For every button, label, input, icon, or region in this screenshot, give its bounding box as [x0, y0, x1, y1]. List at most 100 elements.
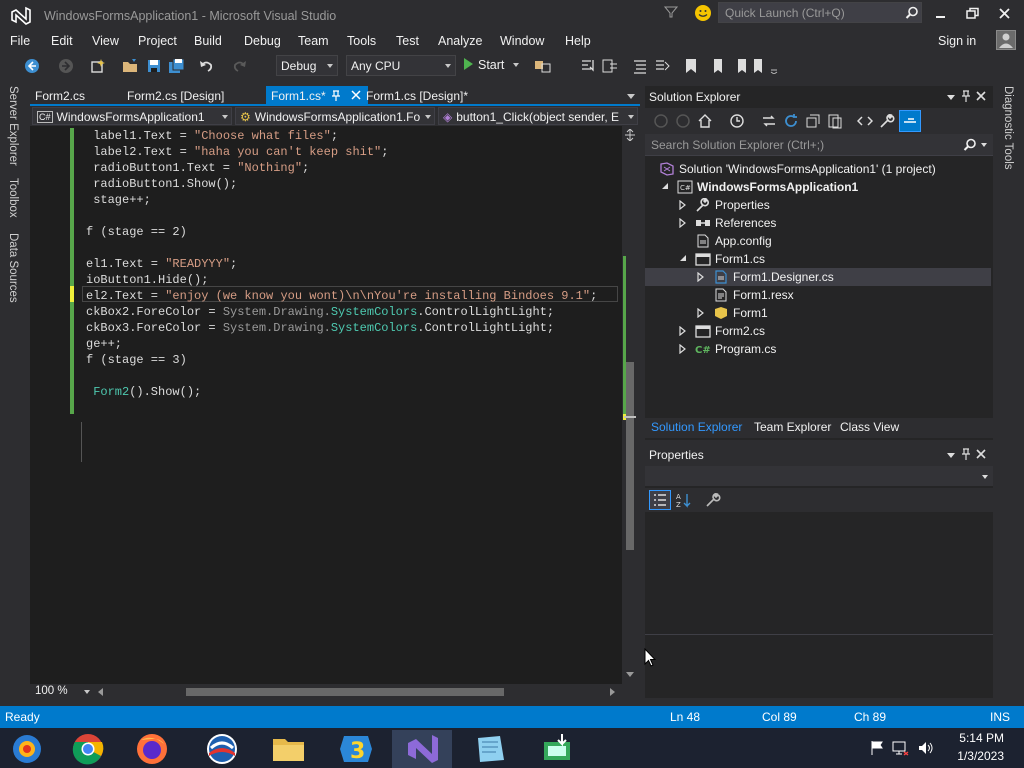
- data-sources-tab[interactable]: Data Sources: [7, 233, 19, 303]
- split-handle-icon[interactable]: [625, 129, 635, 141]
- code-line[interactable]: ckBox2.ForeColor = System.Drawing.System…: [86, 304, 554, 320]
- tree-item[interactable]: C# WindowsFormsApplication1: [645, 178, 991, 196]
- code-line[interactable]: radioButton1.Text = "Nothing";: [93, 160, 309, 176]
- toolbar-options-icon[interactable]: [770, 58, 778, 74]
- code-editor[interactable]: label1.Text = "Choose what files"; label2…: [30, 126, 638, 684]
- file-explorer-icon[interactable]: [258, 730, 318, 768]
- quick-launch-input[interactable]: Quick Launch (Ctrl+Q): [718, 2, 922, 23]
- clear-bookmarks-icon[interactable]: [750, 58, 766, 74]
- chevron-down-icon[interactable]: [981, 143, 987, 147]
- scroll-left-icon[interactable]: [98, 688, 103, 696]
- expanded-arrow-icon[interactable]: [679, 254, 687, 262]
- tab-solution-explorer[interactable]: Solution Explorer: [651, 420, 742, 434]
- tree-item[interactable]: Form1.resx: [645, 286, 991, 304]
- menu-window[interactable]: Window: [500, 34, 544, 48]
- clock-date[interactable]: 1/3/2023: [924, 749, 1004, 763]
- redo-icon[interactable]: [232, 58, 248, 74]
- sync-with-document-icon[interactable]: [761, 113, 777, 129]
- tree-item[interactable]: Properties: [645, 196, 991, 214]
- menu-team[interactable]: Team: [298, 34, 329, 48]
- navigate-back-icon[interactable]: [24, 58, 40, 74]
- save-icon[interactable]: [146, 58, 162, 74]
- project-dropdown[interactable]: C# WindowsFormsApplication1: [32, 107, 232, 125]
- server-explorer-tab[interactable]: Server Explorer: [7, 86, 19, 166]
- tab-team-explorer[interactable]: Team Explorer: [754, 420, 831, 434]
- preview-selected-items-icon[interactable]: [899, 110, 921, 132]
- menu-tools[interactable]: Tools: [347, 34, 376, 48]
- scroll-right-icon[interactable]: [610, 688, 615, 696]
- tree-item[interactable]: C# Program.cs: [645, 340, 991, 358]
- sign-in-link[interactable]: Sign in: [938, 34, 976, 48]
- solution-platform-dropdown[interactable]: Any CPU: [346, 55, 456, 76]
- restore-button[interactable]: [964, 6, 982, 22]
- object-selector-dropdown[interactable]: [645, 466, 993, 486]
- code-line[interactable]: radioButton1.Show();: [93, 176, 237, 192]
- firefox-icon[interactable]: [122, 730, 182, 768]
- menu-analyze[interactable]: Analyze: [438, 34, 482, 48]
- code-line[interactable]: ge++;: [86, 336, 122, 352]
- panel-menu-icon[interactable]: [947, 453, 955, 458]
- chevron-down-icon[interactable]: [512, 63, 519, 67]
- zoom-dropdown[interactable]: 100 %: [32, 684, 90, 699]
- clock-time[interactable]: 5:14 PM: [924, 731, 1004, 745]
- account-avatar[interactable]: [996, 30, 1016, 50]
- menu-file[interactable]: File: [10, 34, 30, 48]
- close-window-button[interactable]: [996, 6, 1014, 22]
- collapsed-arrow-icon[interactable]: [679, 200, 687, 210]
- tree-item[interactable]: Form2.cs: [645, 322, 991, 340]
- tree-item[interactable]: Solution 'WindowsFormsApplication1' (1 p…: [645, 160, 991, 178]
- class-dropdown[interactable]: ⚙ WindowsFormsApplication1.Fo: [235, 107, 435, 125]
- scroll-down-icon[interactable]: [626, 672, 634, 677]
- code-line[interactable]: f (stage == 3): [86, 352, 187, 368]
- collapsed-arrow-icon[interactable]: [697, 308, 705, 318]
- pending-changes-filter-icon[interactable]: [729, 113, 745, 129]
- tab-dropdown-icon[interactable]: [627, 94, 635, 99]
- code-line[interactable]: label2.Text = "haha you can't keep shit"…: [93, 144, 388, 160]
- code-line[interactable]: stage++;: [93, 192, 151, 208]
- show-all-files-icon[interactable]: [827, 113, 843, 129]
- code-line[interactable]: el2.Text = "enjoy (we know you wont)\n\n…: [86, 288, 597, 304]
- tree-item[interactable]: Form1.cs: [645, 250, 991, 268]
- property-pages-wrench-icon[interactable]: [705, 492, 721, 508]
- categorized-icon[interactable]: [649, 490, 671, 510]
- menu-build[interactable]: Build: [194, 34, 222, 48]
- panel-menu-icon[interactable]: [947, 95, 955, 100]
- bookmark-icon[interactable]: [684, 58, 698, 74]
- solution-explorer-search-input[interactable]: Search Solution Explorer (Ctrl+;): [645, 134, 993, 156]
- start-debugging-button[interactable]: Start: [464, 56, 519, 75]
- tab-form1-cs[interactable]: Form1.cs*: [266, 86, 368, 106]
- notification-filter-icon[interactable]: [664, 5, 678, 19]
- code-line[interactable]: ckBox3.ForeColor = System.Drawing.System…: [86, 320, 554, 336]
- chrome-icon[interactable]: [60, 730, 120, 768]
- menu-edit[interactable]: Edit: [51, 34, 73, 48]
- toolbox-tab[interactable]: Toolbox: [7, 178, 19, 218]
- horizontal-scroll-thumb[interactable]: [186, 688, 504, 696]
- diagnostic-tools-tab[interactable]: Diagnostic Tools: [1002, 86, 1014, 170]
- code-text-area[interactable]: label1.Text = "Choose what files"; label2…: [86, 126, 620, 684]
- browser-link-icon[interactable]: [534, 58, 552, 74]
- minimize-button[interactable]: [932, 6, 950, 22]
- solution-configuration-dropdown[interactable]: Debug: [276, 55, 338, 76]
- menu-view[interactable]: View: [92, 34, 119, 48]
- visual-studio-icon[interactable]: [392, 730, 452, 768]
- menu-project[interactable]: Project: [138, 34, 177, 48]
- previous-bookmark-icon[interactable]: [710, 58, 724, 74]
- member-dropdown[interactable]: ◈ button1_Click(object sender, E: [438, 107, 638, 125]
- explorer-media-icon[interactable]: [0, 730, 60, 768]
- network-icon[interactable]: [892, 740, 910, 756]
- view-code-icon[interactable]: [857, 113, 873, 129]
- step-over-icon[interactable]: [602, 58, 618, 74]
- close-panel-icon[interactable]: [975, 448, 987, 460]
- code-line[interactable]: Form2().Show();: [93, 384, 201, 400]
- undo-icon[interactable]: [198, 58, 214, 74]
- step-into-icon[interactable]: [580, 58, 596, 74]
- uncomment-lines-icon[interactable]: [654, 58, 670, 74]
- collapsed-arrow-icon[interactable]: [679, 218, 687, 228]
- pin-icon[interactable]: [960, 89, 972, 103]
- properties-wrench-icon[interactable]: [879, 113, 895, 129]
- feedback-smiley-icon[interactable]: [694, 4, 712, 22]
- save-all-icon[interactable]: [168, 58, 186, 74]
- notepad-icon[interactable]: [460, 730, 520, 768]
- close-panel-icon[interactable]: [975, 90, 987, 102]
- vertical-scroll-thumb[interactable]: [626, 362, 634, 550]
